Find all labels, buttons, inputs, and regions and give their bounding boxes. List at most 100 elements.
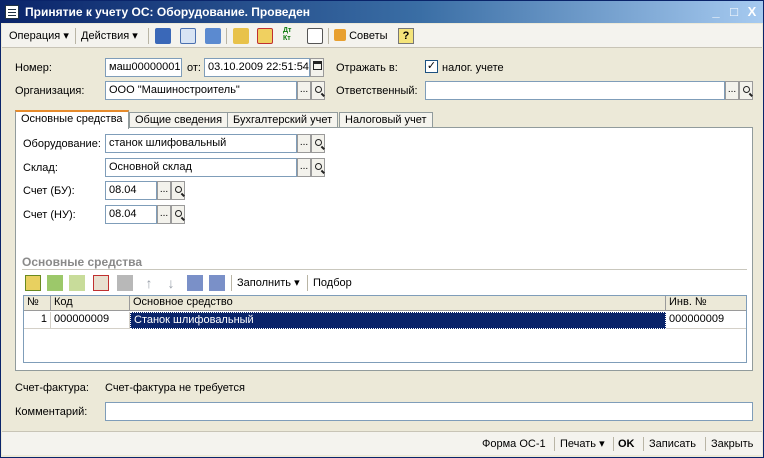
structure-icon[interactable]	[307, 28, 323, 44]
organization-label: Организация:	[15, 85, 85, 97]
column-header-number[interactable]: №	[24, 296, 51, 311]
tab-bar: Основные средства Общие сведения Бухгалт…	[15, 110, 753, 129]
help-button[interactable]: ?	[398, 28, 414, 44]
grid-toolbar: ↑ ↓ Заполнить ▾ Подбор	[23, 273, 745, 293]
tips-icon	[334, 29, 346, 41]
responsible-open-button[interactable]	[739, 81, 753, 100]
refresh-icon[interactable]	[180, 28, 196, 44]
equipment-select-button[interactable]: ...	[297, 134, 311, 153]
go-first-icon[interactable]	[155, 28, 171, 44]
organization-open-button[interactable]	[311, 81, 325, 100]
tips-button[interactable]: Советы	[334, 27, 388, 45]
account-bu-open-button[interactable]	[171, 181, 185, 200]
fill-menu[interactable]: Заполнить ▾	[237, 275, 300, 291]
tax-accounting-checkbox[interactable]: ✓	[425, 60, 438, 73]
sync-icon[interactable]	[205, 28, 221, 44]
account-nu-select-button[interactable]: ...	[157, 205, 171, 224]
organization-select-button[interactable]: ...	[297, 81, 311, 100]
responsible-field[interactable]	[425, 81, 725, 100]
copy-row-icon[interactable]	[47, 275, 63, 291]
close-button[interactable]: Закрыть	[711, 436, 753, 452]
equipment-label: Оборудование:	[23, 138, 101, 150]
window-title: Принятие к учету ОС: Оборудование. Прове…	[25, 5, 310, 19]
end-edit-icon[interactable]	[117, 275, 133, 291]
table-row[interactable]: 1 000000009 Станок шлифовальный 00000000…	[24, 312, 746, 329]
print-menu[interactable]: Печать ▾	[560, 436, 605, 452]
edit-row-icon[interactable]	[69, 275, 85, 291]
column-header-inventory-number[interactable]: Инв. №	[666, 296, 746, 311]
number-field[interactable]: маш00000001	[105, 58, 182, 77]
document-window: Принятие к учету ОС: Оборудование. Прове…	[0, 0, 764, 458]
chevron-down-icon: ▾	[63, 30, 69, 42]
toolbar-divider	[226, 28, 227, 44]
sort-descending-icon[interactable]	[209, 275, 225, 291]
post-document-icon[interactable]	[233, 28, 249, 44]
search-icon	[314, 163, 322, 170]
footer-divider	[613, 437, 614, 451]
cell-code[interactable]: 000000009	[51, 312, 130, 329]
account-bu-field[interactable]: 08.04	[105, 181, 157, 200]
table-header: № Код Основное средство Инв. №	[24, 296, 746, 311]
equipment-field[interactable]: станок шлифовальный	[105, 134, 297, 153]
equipment-open-button[interactable]	[311, 134, 325, 153]
tab-fixed-assets[interactable]: Основные средства	[15, 110, 129, 129]
calendar-icon	[312, 61, 322, 70]
footer-divider	[554, 437, 555, 451]
footer-bar: Форма ОС-1 Печать ▾ OK Записать Закрыть	[2, 431, 762, 455]
tab-general-info[interactable]: Общие сведения	[129, 112, 229, 128]
account-nu-field[interactable]: 08.04	[105, 205, 157, 224]
actions-menu[interactable]: Действия ▾	[81, 27, 138, 45]
chevron-down-icon: ▾	[132, 30, 138, 42]
cell-asset[interactable]: Станок шлифовальный	[130, 312, 666, 329]
delete-row-icon[interactable]	[93, 275, 109, 291]
cell-inventory-number[interactable]: 000000009	[666, 312, 746, 329]
footer-divider	[643, 437, 644, 451]
tab-tax-accounting[interactable]: Налоговый учет	[339, 112, 433, 128]
toolbar: Операция ▾ Действия ▾ Дт Кт Советы ?	[2, 24, 762, 48]
responsible-label: Ответственный:	[336, 85, 418, 97]
maximize-button[interactable]: □	[726, 4, 742, 20]
comment-field[interactable]	[105, 402, 753, 421]
arrow-down-icon[interactable]: ↓	[163, 275, 179, 291]
search-icon	[314, 139, 322, 146]
account-nu-open-button[interactable]	[171, 205, 185, 224]
form-os1-button[interactable]: Форма ОС-1	[482, 436, 546, 452]
responsible-select-button[interactable]: ...	[725, 81, 739, 100]
reflect-in-label: Отражать в:	[336, 62, 398, 74]
search-icon	[174, 210, 182, 217]
arrow-up-icon[interactable]: ↑	[141, 275, 157, 291]
close-window-button[interactable]: X	[744, 4, 760, 20]
calendar-button[interactable]	[310, 58, 324, 77]
organization-field[interactable]: ООО "Машиностроитель"	[105, 81, 297, 100]
tax-accounting-label: налог. учете	[442, 62, 504, 74]
invoice-link[interactable]: Счет-фактура не требуется	[105, 382, 245, 394]
ok-button[interactable]: OK	[618, 436, 635, 452]
tab-accounting[interactable]: Бухгалтерский учет	[227, 112, 339, 128]
column-header-asset[interactable]: Основное средство	[130, 296, 666, 311]
grid-toolbar-divider	[231, 275, 232, 291]
select-button[interactable]: Подбор	[313, 275, 352, 291]
dt-kt-icon[interactable]: Дт Кт	[283, 27, 299, 45]
operation-menu[interactable]: Операция ▾	[9, 27, 69, 45]
operation-menu-label: Операция	[9, 30, 61, 42]
warehouse-select-button[interactable]: ...	[297, 158, 311, 177]
document-icon	[5, 5, 19, 19]
warehouse-field[interactable]: Основной склад	[105, 158, 297, 177]
fixed-assets-table: № Код Основное средство Инв. № 1 0000000…	[23, 295, 747, 363]
search-icon	[314, 86, 322, 93]
minimize-button[interactable]: _	[708, 4, 724, 20]
column-header-code[interactable]: Код	[51, 296, 130, 311]
date-field[interactable]: 03.10.2009 22:51:54	[204, 58, 310, 77]
sort-ascending-icon[interactable]	[187, 275, 203, 291]
group-divider	[22, 269, 747, 270]
cell-number[interactable]: 1	[24, 312, 51, 329]
account-bu-select-button[interactable]: ...	[157, 181, 171, 200]
account-nu-label: Счет (НУ):	[23, 209, 76, 221]
warehouse-open-button[interactable]	[311, 158, 325, 177]
add-row-icon[interactable]	[25, 275, 41, 291]
unpost-document-icon[interactable]	[257, 28, 273, 44]
tips-label: Советы	[349, 30, 388, 42]
save-button[interactable]: Записать	[649, 436, 696, 452]
actions-menu-label: Действия	[81, 30, 130, 42]
account-bu-label: Счет (БУ):	[23, 185, 75, 197]
